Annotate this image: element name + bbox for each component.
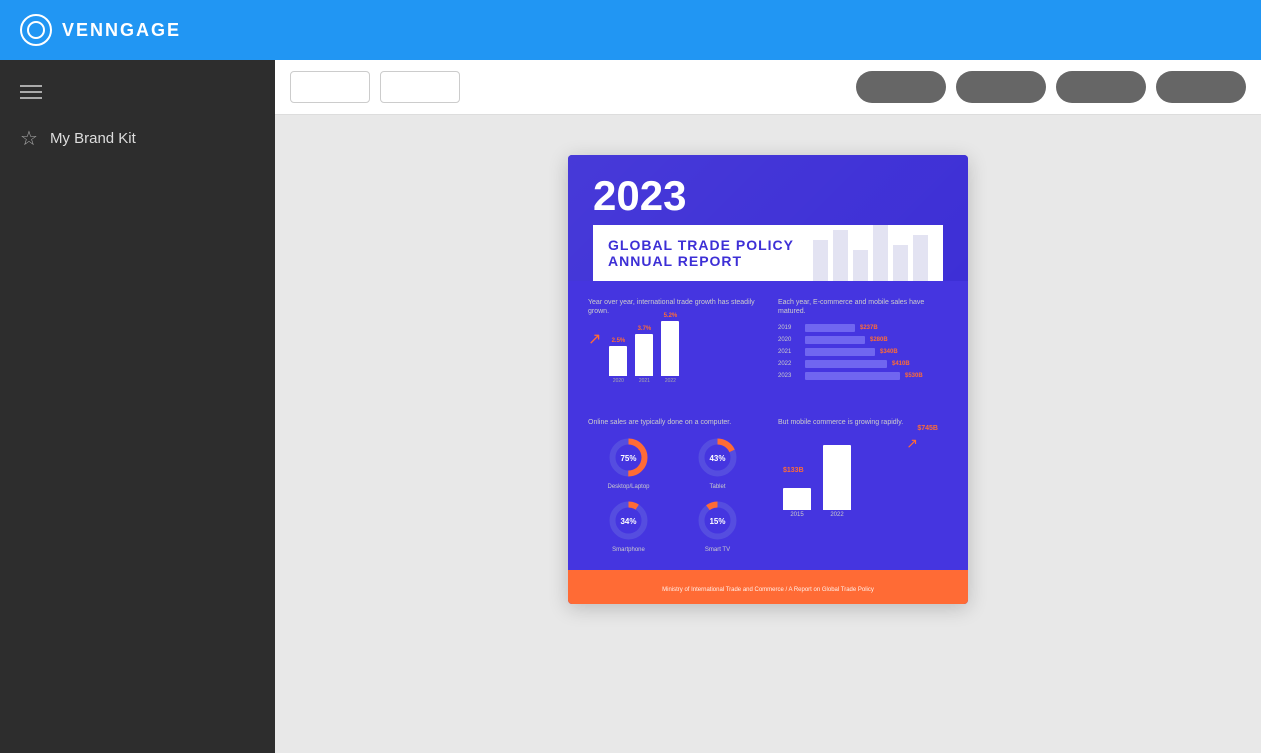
sidebar-item-brand-kit[interactable]: ☆ My Brand Kit [0,114,275,163]
stats-section: Year over year, international trade grow… [568,281,968,401]
donut-grid: 75% Desktop/Laptop 43% Tablet [588,435,758,553]
mobile-growth-block: But mobile commerce is growing rapidly. … [773,413,953,558]
bar-2021: 3.7% 2021 [635,326,653,384]
infographic-title-box: GLOBAL TRADE POLICY ANNUAL REPORT [593,225,943,281]
mobile-growth-chart: $745B $133B ↗ 2015 2022 [778,435,948,520]
donut-tablet: 43% Tablet [677,435,758,490]
bar-2022: 5.2% 2022 [661,313,679,384]
bar-row-2019: 2019 $237B [778,324,948,332]
svg-text:75%: 75% [620,454,636,463]
infographic-card: 2023 GLOBAL TRADE POLICY ANNUAL REPORT [568,155,968,604]
svg-text:15%: 15% [709,517,725,526]
bar-2020: 2.5% 2020 [609,338,627,384]
mobile-trend-arrow: ↗ [906,435,918,452]
donut-smarttv: 15% Smart TV [677,498,758,553]
toolbar-button-6[interactable] [1156,71,1246,103]
brand-kit-label: My Brand Kit [50,130,136,147]
bar-row-2020: 2020 $280B [778,336,948,344]
toolbar-button-2[interactable] [380,71,460,103]
trend-arrow-icon: ↗ [588,329,601,349]
ecommerce-block: Each year, E-commerce and mobile sales h… [773,293,953,389]
top-nav: VENNGAGE [0,0,1261,60]
toolbar [275,60,1261,115]
donut-tablet-chart: 43% [695,435,740,480]
bar-row-2023: 2023 $530B [778,372,948,380]
donut-smartphone: 34% Smartphone [588,498,669,553]
app-name: VENNGAGE [62,20,181,41]
trade-growth-chart: ↗ 2.5% 2020 3.7% 2021 5.2% 2022 [588,324,758,384]
donut-smartphone-chart: 34% [606,498,651,543]
logo-area: VENNGAGE [20,14,181,46]
donut-desktop-chart: 75% [606,435,651,480]
toolbar-button-3[interactable] [856,71,946,103]
infographic-footer: Ministry of International Trade and Comm… [568,570,968,604]
donut-desktop: 75% Desktop/Laptop [588,435,669,490]
bar-row-2021: 2021 $340B [778,348,948,356]
svg-text:34%: 34% [620,517,636,526]
donut-smarttv-chart: 15% [695,498,740,543]
main-content: 2023 GLOBAL TRADE POLICY ANNUAL REPORT [275,115,1261,753]
toolbar-button-4[interactable] [956,71,1046,103]
device-section: Online sales are typically done on a com… [568,401,968,570]
device-title: Online sales are typically done on a com… [588,418,758,427]
svg-text:43%: 43% [709,454,725,463]
infographic-header: 2023 GLOBAL TRADE POLICY ANNUAL REPORT [568,155,968,281]
ecommerce-chart: 2019 $237B 2020 $280B 2021 $340B [778,324,948,380]
toolbar-button-5[interactable] [1056,71,1146,103]
hamburger-button[interactable] [0,70,275,114]
venngage-logo-icon [20,14,52,46]
mobile-bar-2022 [823,445,851,510]
trade-growth-block: Year over year, international trade grow… [583,293,763,389]
bar-row-2022: 2022 $410B [778,360,948,368]
toolbar-button-1[interactable] [290,71,370,103]
mobile-bar-2015 [783,488,811,510]
footer-text: Ministry of International Trade and Comm… [662,587,874,593]
ecommerce-title: Each year, E-commerce and mobile sales h… [778,298,948,316]
building-decoration [813,220,933,281]
star-icon: ☆ [20,126,38,151]
sidebar: ☆ My Brand Kit [0,60,275,753]
device-donuts-block: Online sales are typically done on a com… [583,413,763,558]
hamburger-icon [20,85,42,99]
infographic-year: 2023 [593,175,943,217]
